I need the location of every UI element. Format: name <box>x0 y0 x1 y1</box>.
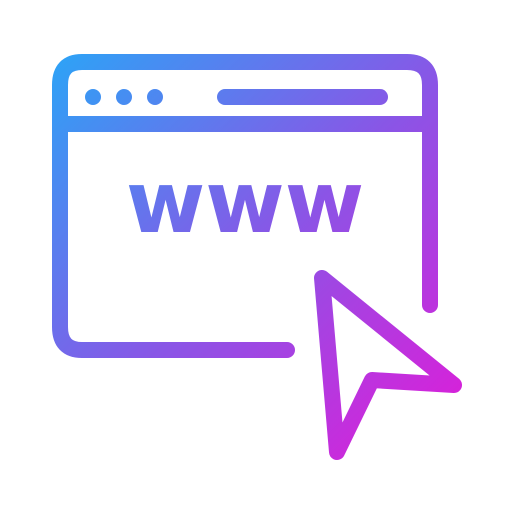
icon-graphic: www <box>52 54 462 460</box>
window-dot-icon <box>116 89 132 105</box>
window-dots <box>85 89 163 105</box>
website-cursor-icon: www <box>0 0 512 512</box>
window-dot-icon <box>85 89 101 105</box>
window-dot-icon <box>147 89 163 105</box>
url-text: www <box>126 153 364 253</box>
